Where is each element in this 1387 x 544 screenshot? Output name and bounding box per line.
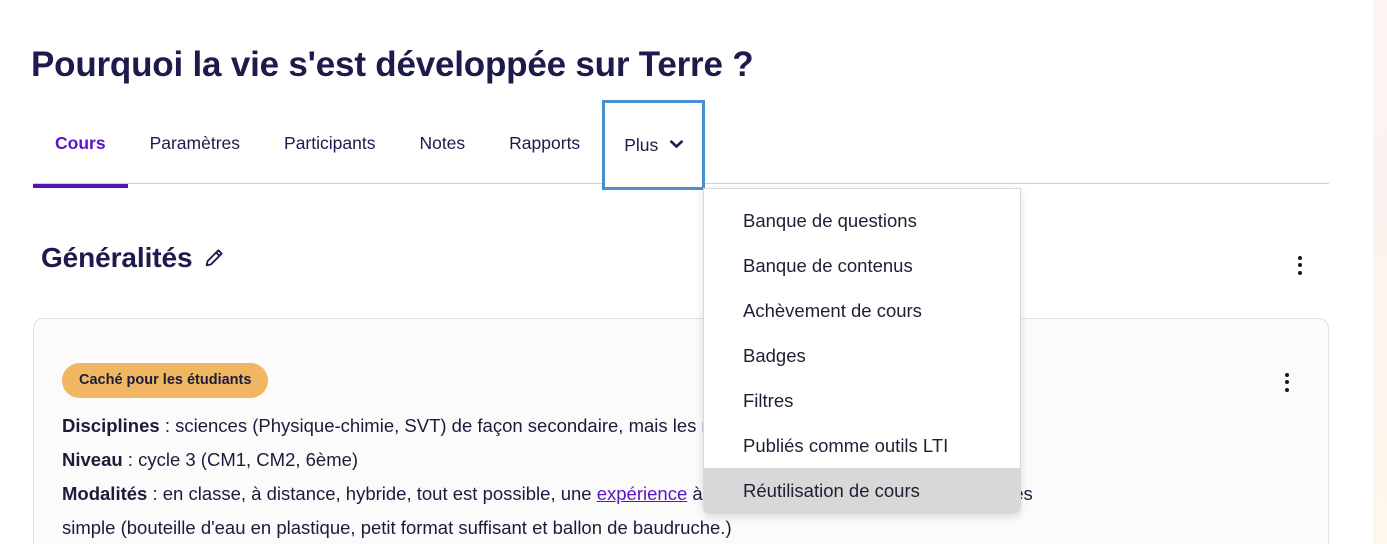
tab-list: Cours Paramètres Participants Notes Rapp…: [33, 100, 706, 190]
menu-item-filtres[interactable]: Filtres: [704, 378, 1020, 423]
summary-line-modalites: Modalités : en classe, à distance, hybri…: [62, 477, 1294, 511]
summary-value: simple (bouteille d'eau en plastique, pe…: [62, 517, 732, 538]
tab-label: Rapports: [509, 133, 581, 153]
kebab-dot: [1285, 387, 1289, 392]
summary-line-materiel: simple (bouteille d'eau en plastique, pe…: [62, 511, 1294, 544]
summary-label: Modalités: [62, 483, 148, 504]
tab-notes[interactable]: Notes: [397, 100, 487, 188]
page-edge-strip: [1373, 0, 1387, 544]
kebab-dot: [1285, 380, 1289, 384]
menu-item-reutilisation-de-cours[interactable]: Réutilisation de cours: [704, 468, 1020, 513]
course-summary-text: Disciplines : sciences (Physique-chimie,…: [62, 409, 1294, 544]
tab-plus[interactable]: Plus: [602, 100, 706, 190]
tab-label: Plus: [624, 135, 659, 155]
kebab-dot: [1298, 263, 1302, 267]
status-badge-hidden-from-students: Caché pour les étudiants: [62, 363, 269, 398]
summary-label: Disciplines: [62, 415, 160, 436]
tab-label: Cours: [55, 133, 106, 153]
section-header-generalites: Généralités: [41, 240, 225, 276]
tab-label: Paramètres: [149, 133, 241, 153]
summary-label: Niveau: [62, 449, 123, 470]
pencil-icon[interactable]: [203, 247, 225, 269]
tab-label: Participants: [284, 133, 376, 153]
kebab-dot: [1298, 270, 1302, 275]
kebab-dot: [1298, 255, 1302, 260]
tab-cours[interactable]: Cours: [33, 100, 128, 188]
menu-item-badges[interactable]: Badges: [704, 333, 1020, 378]
page-title: Pourquoi la vie s'est développée sur Ter…: [31, 45, 754, 84]
tab-participants[interactable]: Participants: [262, 100, 397, 188]
chevron-down-icon: [670, 132, 684, 154]
section-content-card: Caché pour les étudiants Disciplines : s…: [33, 318, 1329, 544]
summary-value: : en classe, à distance, hybride, tout e…: [147, 483, 597, 504]
summary-value: : cycle 3 (CM1, CM2, 6ème): [122, 449, 359, 470]
summary-line-disciplines: Disciplines : sciences (Physique-chimie,…: [62, 409, 1294, 443]
menu-item-banque-de-questions[interactable]: Banque de questions: [704, 198, 1020, 243]
course-tab-bar: Cours Paramètres Participants Notes Rapp…: [0, 100, 1373, 190]
tab-label: Notes: [419, 133, 466, 153]
menu-item-publies-comme-outils-lti[interactable]: Publiés comme outils LTI: [704, 423, 1020, 468]
tab-rapports[interactable]: Rapports: [487, 100, 602, 188]
kebab-dot: [1285, 372, 1289, 377]
section-menu-button[interactable]: [1287, 250, 1313, 280]
course-page: Pourquoi la vie s'est développée sur Ter…: [0, 0, 1373, 544]
activity-menu-button[interactable]: [1274, 367, 1300, 397]
plus-dropdown-menu: Banque de questions Banque de contenus A…: [703, 188, 1021, 514]
menu-item-achevement-de-cours[interactable]: Achèvement de cours: [704, 288, 1020, 333]
section-title: Généralités: [41, 242, 193, 273]
tab-parametres[interactable]: Paramètres: [128, 100, 262, 188]
experience-link[interactable]: expérience: [597, 483, 688, 504]
menu-item-banque-de-contenus[interactable]: Banque de contenus: [704, 243, 1020, 288]
summary-line-niveau: Niveau : cycle 3 (CM1, CM2, 6ème): [62, 443, 1294, 477]
